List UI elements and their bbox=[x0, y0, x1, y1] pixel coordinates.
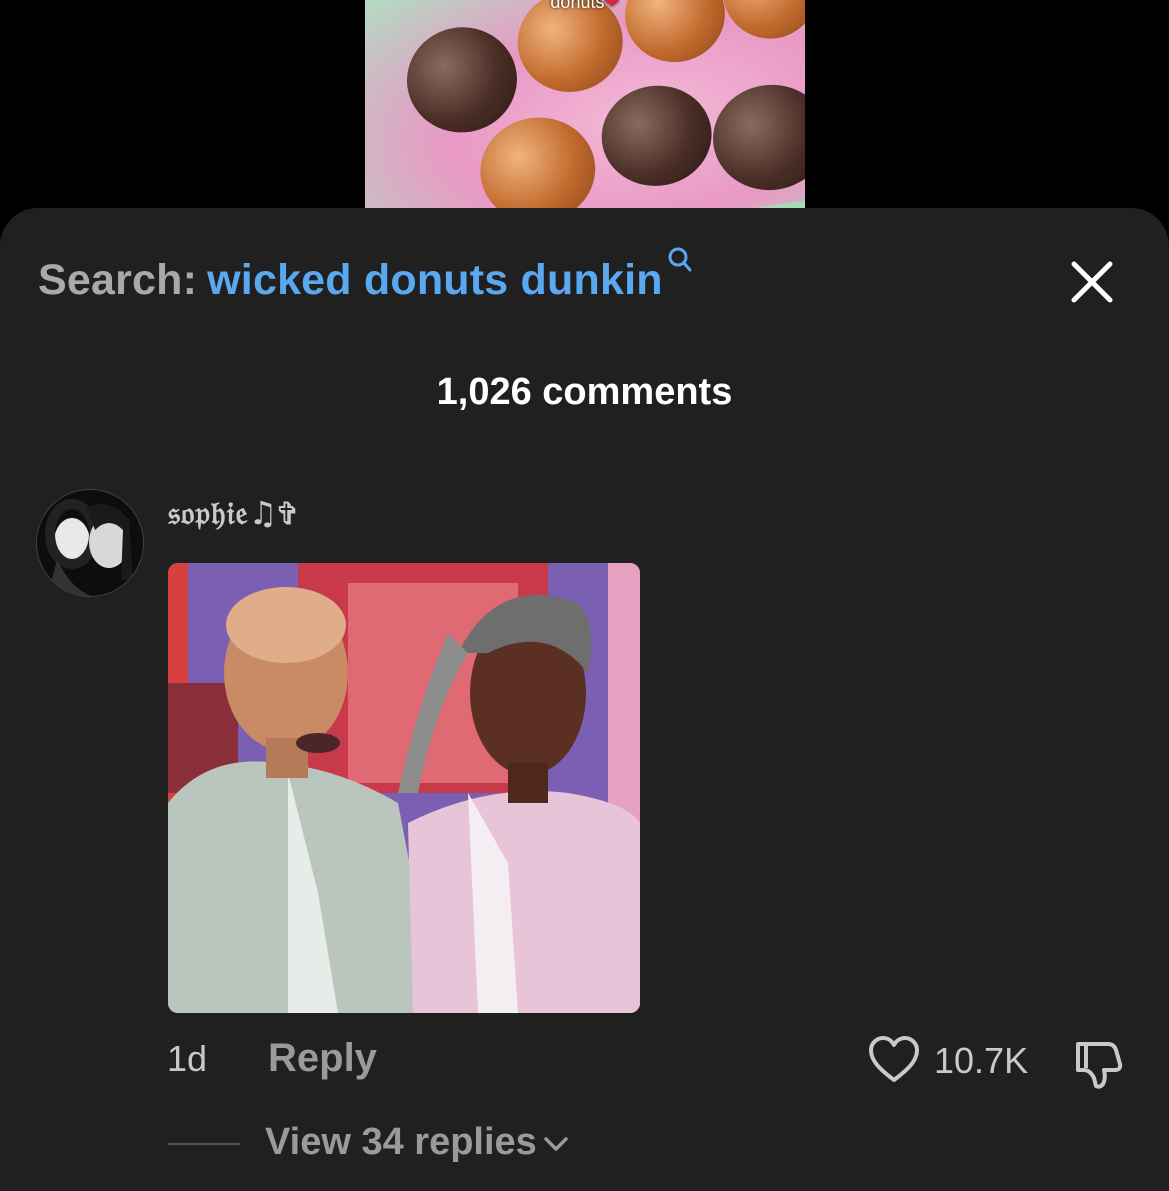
like-count: 10.7K bbox=[934, 1040, 1029, 1081]
chevron-down-icon bbox=[544, 1137, 568, 1151]
comments-sheet: Search: wicked donuts dunkin 1,026 commen… bbox=[0, 208, 1169, 1191]
reply-button[interactable]: Reply bbox=[268, 1036, 377, 1081]
comments-count: 1,026 comments bbox=[436, 371, 733, 413]
search-prefix: Search: bbox=[38, 256, 198, 304]
heart-emoji: ❤ bbox=[604, 0, 620, 12]
close-icon[interactable] bbox=[1068, 258, 1116, 306]
search-suggestion[interactable]: Search: wicked donuts dunkin bbox=[38, 247, 693, 305]
replies-divider bbox=[168, 1143, 240, 1145]
view-replies-row: View 34 replies bbox=[0, 1121, 1169, 1171]
view-replies-button[interactable]: View 34 replies bbox=[265, 1121, 569, 1164]
avatar[interactable] bbox=[37, 490, 143, 596]
search-query-link[interactable]: wicked donuts dunkin bbox=[207, 256, 663, 304]
donut-hole bbox=[511, 0, 630, 99]
view-replies-label: View 34 replies bbox=[265, 1121, 537, 1163]
heart-icon[interactable] bbox=[868, 1036, 920, 1084]
donut-tray bbox=[365, 0, 805, 210]
video-caption: donuts❤ bbox=[365, 0, 805, 13]
comment-meta-row: 1d Reply 10.7K bbox=[0, 1034, 1169, 1089]
thumbs-down-icon[interactable] bbox=[1070, 1034, 1126, 1090]
donut-hole bbox=[473, 110, 603, 210]
comment-image[interactable] bbox=[168, 563, 640, 1013]
comment-time: 1d bbox=[167, 1038, 208, 1079]
comment-username[interactable]: 𝔰𝔬𝔭𝔥𝔦𝔢♫✞ bbox=[168, 494, 297, 533]
donut-hole bbox=[400, 20, 524, 140]
video-preview[interactable]: donuts❤ bbox=[365, 0, 805, 210]
donut-hole bbox=[706, 77, 805, 198]
search-icon bbox=[667, 236, 693, 285]
donut-hole bbox=[595, 78, 719, 193]
